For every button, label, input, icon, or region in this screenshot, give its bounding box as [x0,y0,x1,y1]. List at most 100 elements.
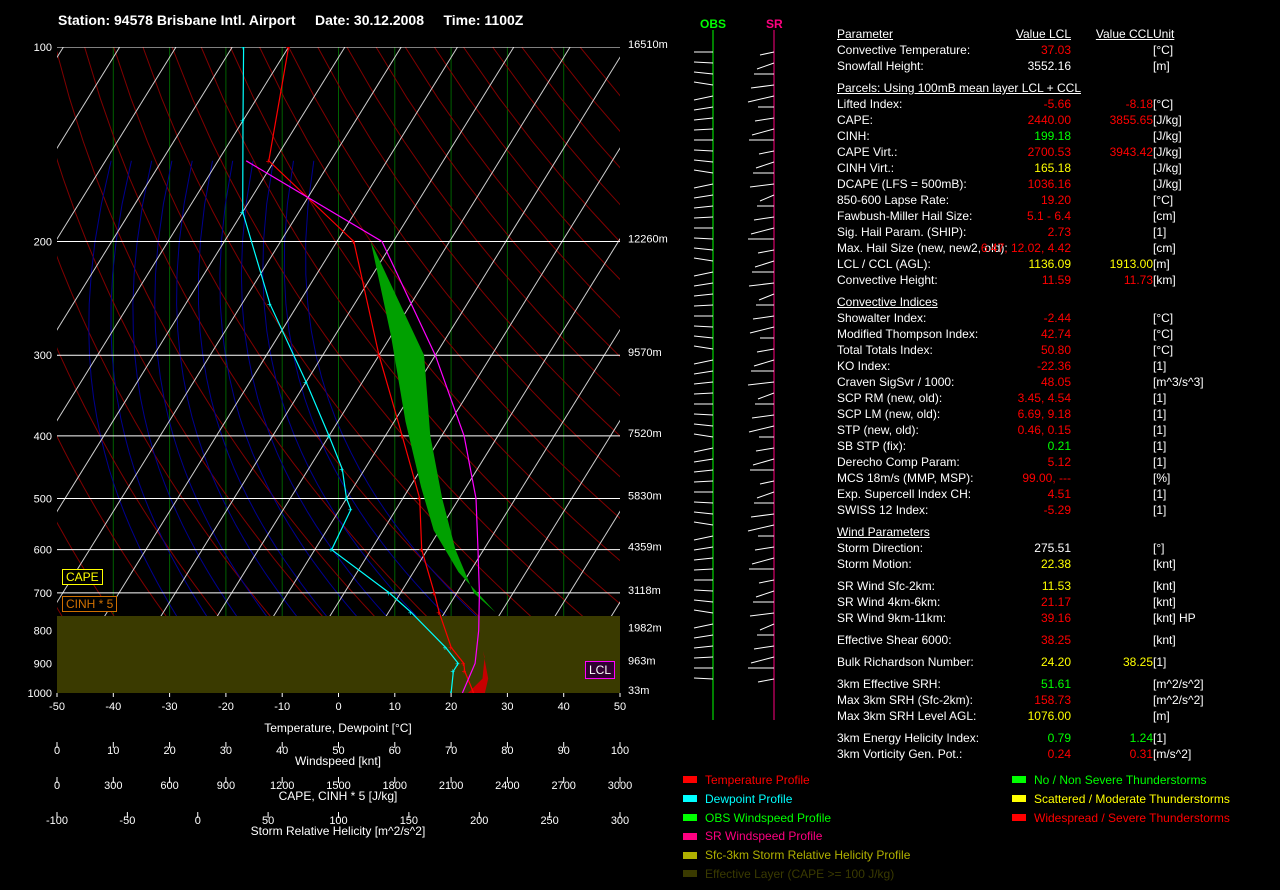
param-name: CINH Virt.: [837,161,895,175]
sr-wind-barb [749,326,775,334]
obs-wind-barb [693,423,714,427]
param-row: Storm Direction: 275.51 [°] [837,540,1277,556]
param-value-lcl: 5.12 [1047,455,1071,469]
param-unit: [1] [1153,359,1167,373]
param-row: LCL / CCL (AGL): 1136.09 1913.00 [m] [837,256,1277,272]
sr-wind-barb [757,678,775,683]
height-tick-label: 3118m [628,585,661,597]
param-value-lcl: 42.74 [1040,327,1071,341]
param-row: Lifted Index: -5.66 -8.18 [°C] [837,96,1277,112]
obs-wind-barb [693,257,714,262]
param-value-lcl: 0.46, 0.15 [1017,423,1071,437]
param-name: 3km Vorticity Gen. Pot.: [837,747,963,761]
sr-wind-barb [755,447,775,452]
profile-marker: + [450,667,455,676]
sr-wind-barb [758,293,775,301]
isotherm-line [0,47,7,693]
obs-wind-barb [693,392,714,395]
profile-marker: + [455,659,460,668]
sr-wind-barb [756,62,775,70]
param-name: SR Wind Sfc-2km: [837,579,936,593]
pressure-tick-label: 600 [34,545,52,557]
extra-axis-tick-label: 200 [470,815,488,827]
param-row: CAPE Virt.: 2700.53 3943.42 [J/kg] [837,144,1277,160]
obs-wind-barb [693,149,714,152]
obs-wind-barb [693,325,714,328]
param-value-lcl: 158.73 [1034,693,1071,707]
obs-wind-barb [693,282,714,287]
profile-marker: + [326,432,331,441]
param-name: Effective Shear 6000: [837,633,952,647]
param-unit: [m] [1153,59,1170,73]
obs-wind-barb [693,677,714,680]
param-row: Total Totals Index: 50.80 [°C] [837,342,1277,358]
param-unit: [1] [1153,487,1167,501]
extra-axis-tick-label: 80 [501,745,513,757]
profile-marker: + [461,659,466,668]
pressure-tick-label: 200 [34,236,52,248]
isotherm-line [57,47,64,59]
cape-label-box: CAPE [62,569,103,585]
dry-adiabat [142,47,620,693]
param-name: 850-600 Lapse Rate: [837,193,950,207]
legend-item: SR Windspeed Profile [683,828,822,843]
profile-marker: + [417,495,422,504]
profile-marker: + [266,157,271,166]
obs-wind-barb [693,117,714,121]
obs-wind-barb [693,469,714,473]
legend-swatch [1012,776,1026,784]
obs-wind-barb [693,447,714,453]
profile-marker: + [329,546,334,555]
obs-wind-barb [693,345,714,350]
param-name: Lifted Index: [837,97,903,111]
param-unit: [km] [1153,273,1176,287]
param-name: Storm Direction: [837,541,924,555]
x-tick-label: -30 [162,701,178,713]
height-tick-label: 963m [628,655,656,667]
obs-wind-barb [693,458,714,463]
param-value-lcl: 51.61 [1040,677,1071,691]
sr-wind-barb [751,557,775,565]
param-value-lcl: 199.18 [1034,129,1071,143]
sr-wind-barb [747,95,775,103]
sr-wind-barb [758,579,775,584]
param-row: SCP LM (new, old): 6.69, 9.18 [1] [837,406,1277,422]
x-tick-label: 20 [445,701,457,713]
sr-wind-barb [757,249,775,254]
obs-wind-barb [693,521,714,526]
legend-label: Sfc-3km Storm Relative Helicity Profile [705,848,911,863]
param-unit: [1] [1153,655,1167,669]
profile-line [268,47,475,693]
obs-wind-barb [693,304,714,307]
obs-wind-barb [693,271,714,277]
param-unit: [m^3/s^3] [1153,375,1204,389]
extra-axis-tick-label: 600 [160,780,178,792]
sr-wind-barb [747,381,775,386]
obs-wind-barb [693,433,714,438]
param-row: MCS 18m/s (MMP, MSP): 99.00, --- [%] [837,470,1277,486]
legend-swatch [683,776,697,784]
isotherm-line [57,47,402,604]
param-row: SWISS 12 Index: -5.29 [1] [837,502,1277,518]
obs-wind-barb [693,247,714,251]
extra-axis-tick-label: -50 [119,815,135,827]
extra-axis-tick-label: 10 [107,745,119,757]
param-unit: [°C] [1153,193,1174,207]
param-name: LCL / CCL (AGL): [837,257,931,271]
param-value-ccl: 1913.00 [1109,257,1153,271]
extra-axis-title: Windspeed [knt] [295,754,381,768]
legend-swatch [683,795,697,803]
param-row: Fawbush-Miller Hail Size: 5.1 - 6.4 [cm] [837,208,1277,224]
profile-marker: + [241,43,246,52]
param-value-lcl: 6.47, 12.02, 4.42 [980,241,1071,255]
param-value-ccl: Value CCL [1095,27,1153,41]
height-tick-label: 33m [628,685,649,697]
extra-axis-tick-label: 0 [54,780,60,792]
profile-marker: + [286,43,291,52]
profile-marker: + [431,589,436,598]
obs-wind-barb [693,81,714,86]
x-tick-label: 40 [558,701,570,713]
obs-wind-barb [693,381,714,385]
profile-marker: + [399,432,404,441]
param-unit: [J/kg] [1153,129,1182,143]
